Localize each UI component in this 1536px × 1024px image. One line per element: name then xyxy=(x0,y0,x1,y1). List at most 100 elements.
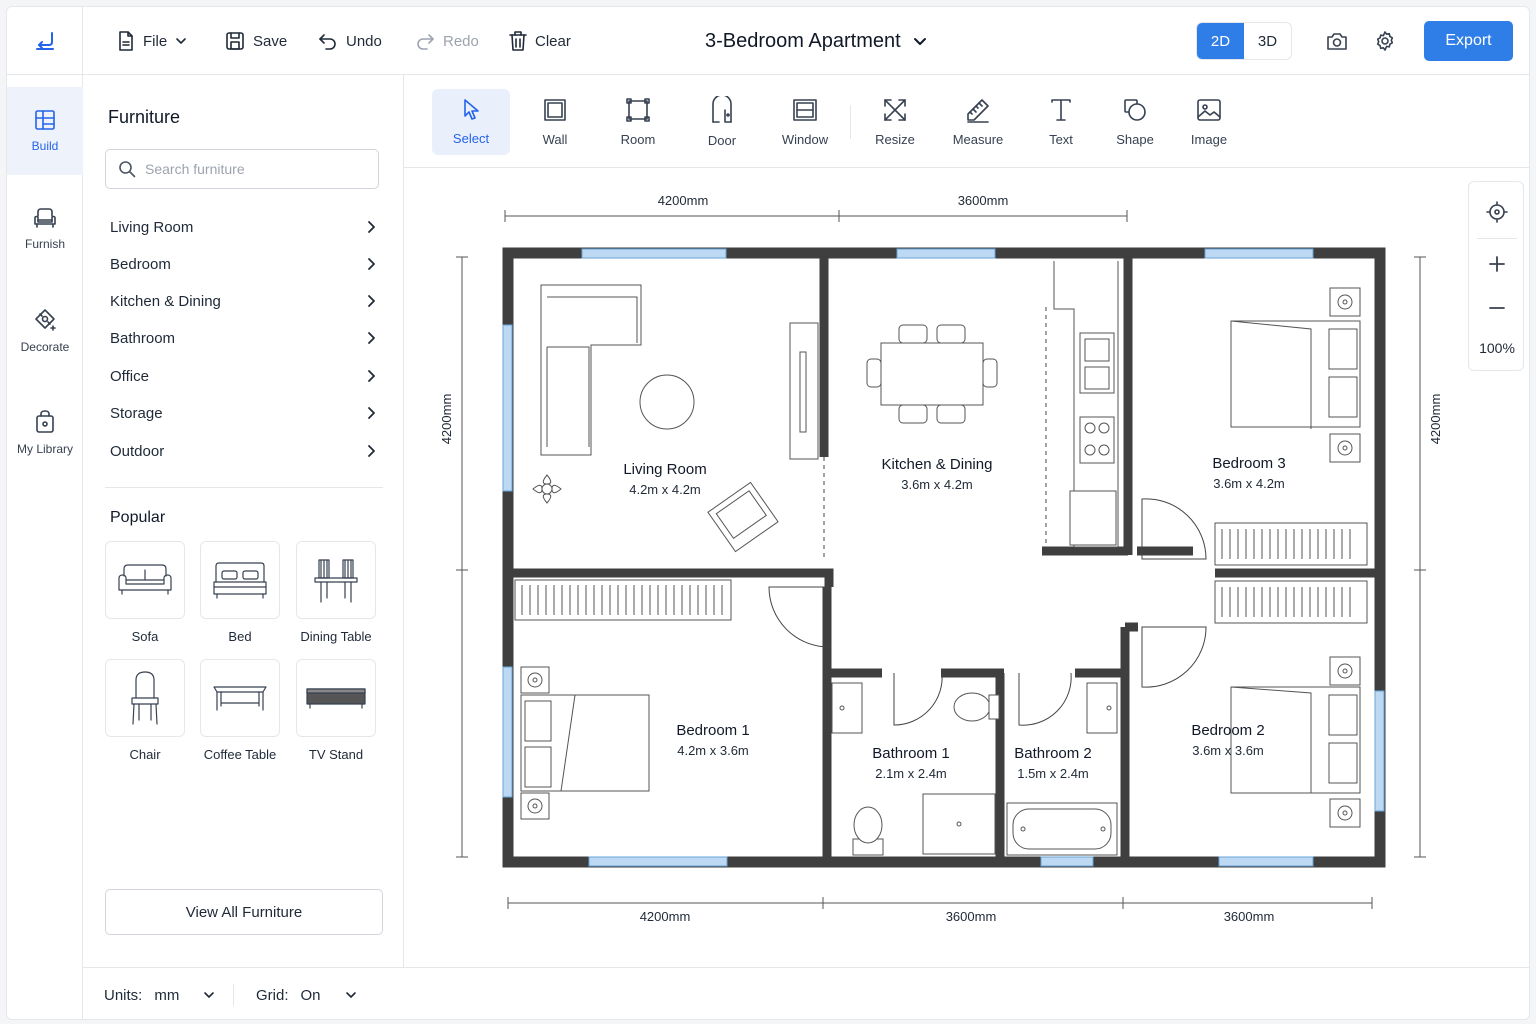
tool-select[interactable]: Select xyxy=(432,89,510,155)
tool-door[interactable]: Door xyxy=(683,89,761,155)
category-label: Office xyxy=(110,367,149,385)
drawing-toolbar: Select Wall Room Door Window Resize Meas… xyxy=(404,75,1529,168)
view-2d-button[interactable]: 2D xyxy=(1197,23,1244,59)
zoom-level: 100% xyxy=(1479,340,1515,356)
text-icon xyxy=(1051,99,1071,121)
document-title: 3-Bedroom Apartment xyxy=(705,29,901,52)
nav-item-my-library[interactable]: My Library xyxy=(7,389,83,477)
left-navigation: Build Furnish Decorate My Library xyxy=(7,75,83,1019)
ruler-icon xyxy=(967,99,989,123)
screenshot-button[interactable] xyxy=(1323,27,1351,55)
category-label: Outdoor xyxy=(110,442,165,460)
popular-item-chair[interactable]: Chair xyxy=(105,659,185,762)
chevron-right-icon xyxy=(368,295,375,307)
tool-label: Image xyxy=(1190,132,1228,147)
target-icon xyxy=(1486,201,1508,223)
nav-item-build[interactable]: Build xyxy=(7,87,83,175)
tool-measure[interactable]: Measure xyxy=(939,89,1017,155)
nav-item-label: Build xyxy=(31,139,59,153)
category-label: Living Room xyxy=(110,218,194,236)
category-living-room[interactable]: Living Room xyxy=(110,213,376,241)
top-toolbar: File Save Undo Redo Clear 3-Bedroom Apar… xyxy=(7,7,1529,75)
category-label: Bathroom xyxy=(110,329,176,347)
recenter-button[interactable] xyxy=(1469,190,1525,234)
app-logo[interactable] xyxy=(7,7,83,75)
tool-text[interactable]: Text xyxy=(1022,89,1100,155)
category-storage[interactable]: Storage xyxy=(110,399,376,427)
tool-window[interactable]: Window xyxy=(766,89,844,155)
units-dropdown[interactable]: Units: mm xyxy=(104,984,215,1006)
view-all-furniture-button[interactable]: View All Furniture xyxy=(105,889,383,935)
decorate-icon xyxy=(35,309,56,331)
chevron-right-icon xyxy=(368,370,375,382)
export-button[interactable]: Export xyxy=(1424,21,1513,61)
category-office[interactable]: Office xyxy=(110,362,376,390)
room-icon xyxy=(626,98,650,122)
tool-room[interactable]: Room xyxy=(599,89,677,155)
camera-icon xyxy=(1327,33,1347,50)
category-bedroom[interactable]: Bedroom xyxy=(110,250,376,278)
nav-item-decorate[interactable]: Decorate xyxy=(7,287,83,375)
category-bathroom[interactable]: Bathroom xyxy=(110,324,376,352)
bed-icon xyxy=(213,562,267,599)
nav-item-label: Furnish xyxy=(24,237,65,251)
chair-thumbnail xyxy=(105,659,185,737)
floorplan-canvas[interactable] xyxy=(404,168,1529,967)
minus-icon xyxy=(1489,307,1505,309)
view-3d-button[interactable]: 3D xyxy=(1244,23,1291,59)
clear-button[interactable]: Clear xyxy=(509,27,571,55)
document-title-dropdown[interactable]: 3-Bedroom Apartment xyxy=(705,27,927,55)
tool-label: Text xyxy=(1049,132,1073,147)
tool-resize[interactable]: Resize xyxy=(856,89,934,155)
shape-icon xyxy=(1124,99,1146,121)
cursor-icon xyxy=(464,99,479,120)
zoom-in-button[interactable] xyxy=(1469,242,1525,286)
redo-icon xyxy=(417,34,434,50)
panel-title: Furniture xyxy=(108,107,181,127)
popular-item-coffee-table[interactable]: Coffee Table xyxy=(200,659,280,762)
chevron-down-icon xyxy=(345,992,356,998)
save-button[interactable]: Save xyxy=(225,27,287,55)
tool-image[interactable]: Image xyxy=(1170,89,1248,155)
search-input[interactable] xyxy=(145,161,365,177)
tool-wall[interactable]: Wall xyxy=(516,89,594,155)
nav-item-label: Decorate xyxy=(20,340,70,354)
wall-icon xyxy=(544,99,566,121)
popular-item-tv-stand[interactable]: TV Stand xyxy=(296,659,376,762)
file-icon xyxy=(119,31,133,51)
popular-item-bed[interactable]: Bed xyxy=(200,541,280,644)
chevron-down-icon xyxy=(204,992,215,998)
category-outdoor[interactable]: Outdoor xyxy=(110,437,376,465)
chevron-right-icon xyxy=(368,221,375,233)
tool-label: Measure xyxy=(952,132,1004,147)
redo-button[interactable]: Redo xyxy=(415,27,479,55)
file-menu-button[interactable]: File xyxy=(117,27,187,55)
undo-button[interactable]: Undo xyxy=(318,27,382,55)
zoom-out-button[interactable] xyxy=(1469,286,1525,330)
tool-label: Wall xyxy=(542,132,568,147)
app-logo-icon xyxy=(35,32,54,50)
library-bag-icon xyxy=(36,410,54,433)
nav-item-furnish[interactable]: Furnish xyxy=(7,185,83,273)
undo-label: Undo xyxy=(346,32,382,50)
plus-icon xyxy=(1489,256,1505,272)
chevron-right-icon xyxy=(368,445,375,457)
tool-label: Resize xyxy=(875,132,915,147)
search-box[interactable] xyxy=(105,149,379,189)
tool-label: Door xyxy=(707,133,737,148)
redo-label: Redo xyxy=(443,32,479,50)
tool-label: Shape xyxy=(1116,132,1154,147)
save-icon xyxy=(226,32,244,50)
popular-item-dining-table[interactable]: Dining Table xyxy=(296,541,376,644)
toolbar-separator xyxy=(850,105,851,139)
category-kitchen-dining[interactable]: Kitchen & Dining xyxy=(110,287,376,315)
zoom-separator xyxy=(1477,238,1517,239)
grid-dropdown[interactable]: Grid: On xyxy=(256,984,357,1006)
tool-shape[interactable]: Shape xyxy=(1096,89,1174,155)
settings-button[interactable] xyxy=(1371,27,1399,55)
popular-item-sofa[interactable]: Sofa xyxy=(105,541,185,644)
chair-icon xyxy=(131,671,159,725)
tool-label: Window xyxy=(781,132,829,147)
view-mode-toggle: 2D 3D xyxy=(1196,22,1292,60)
popular-title: Popular xyxy=(110,509,166,526)
